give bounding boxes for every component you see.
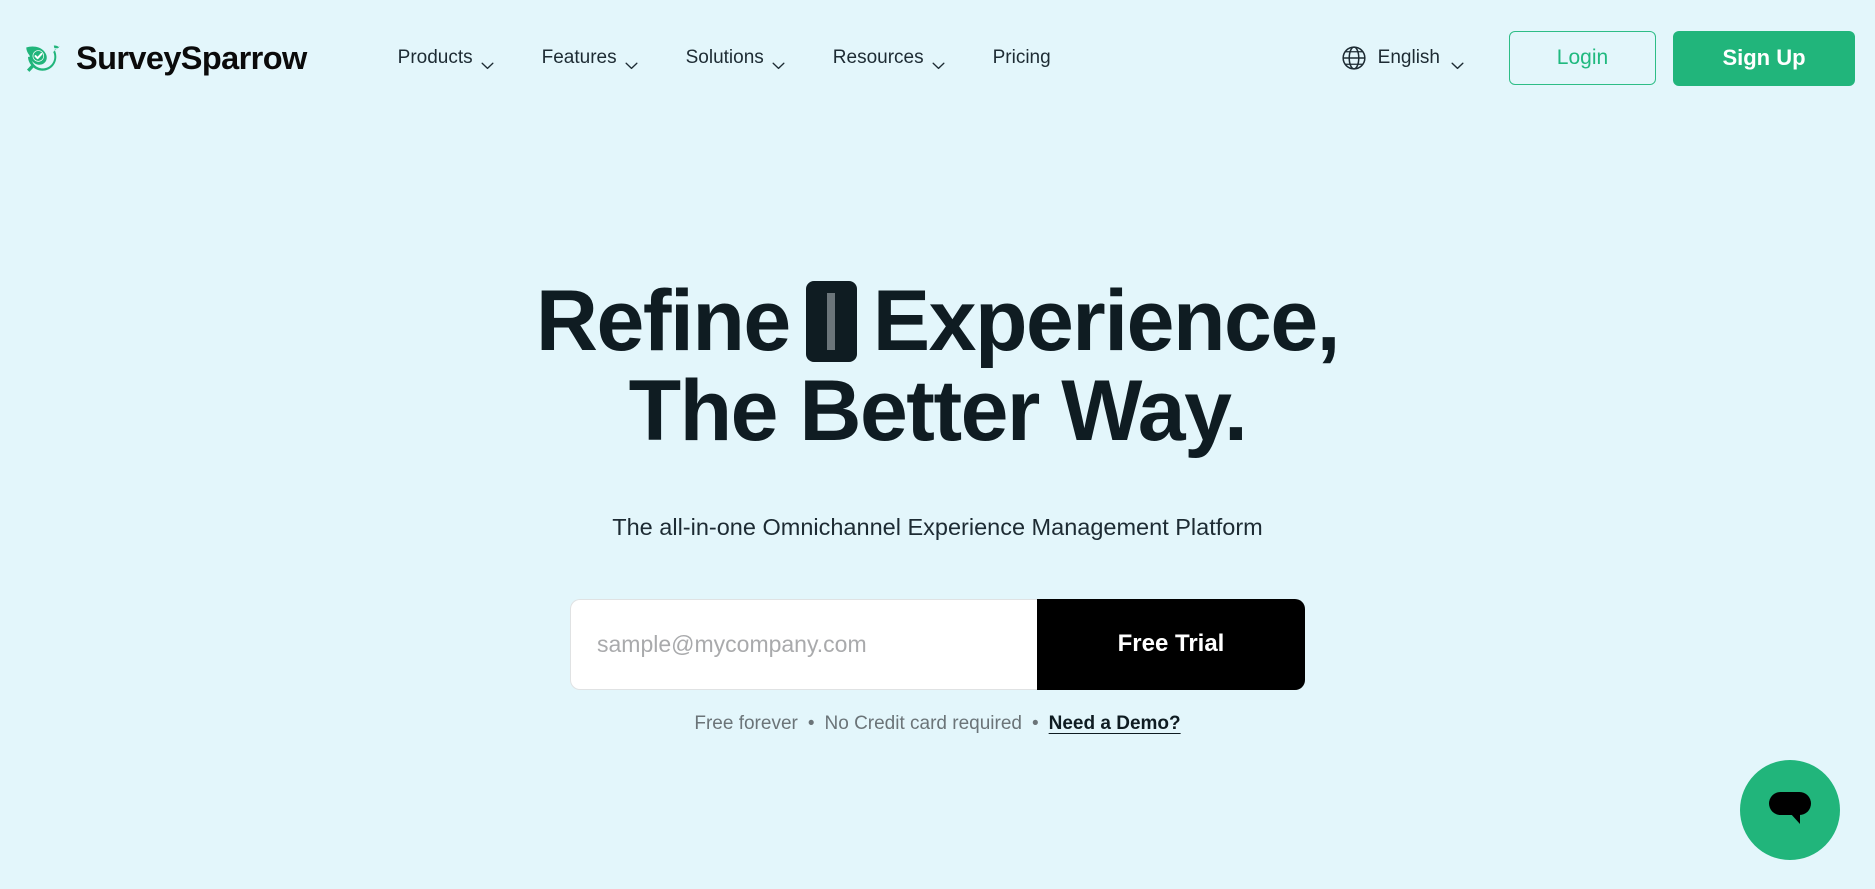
main-navigation: Products Features Solutions Resources Pr [374, 37, 1075, 79]
nav-item-pricing[interactable]: Pricing [969, 37, 1075, 79]
chat-bubble-icon [1767, 790, 1813, 830]
language-label: English [1377, 47, 1440, 68]
chevron-down-icon [1451, 54, 1464, 70]
chevron-down-icon [772, 54, 785, 70]
email-input[interactable] [570, 598, 1037, 690]
headline-line-1: Refine Experience, [0, 273, 1875, 369]
signup-button[interactable]: Sign Up [1673, 30, 1855, 86]
nav-item-features[interactable]: Features [518, 37, 662, 79]
brand-name: SurveySparrow [76, 39, 307, 76]
text-typing-cursor-icon [805, 280, 857, 362]
form-note: Free forever • No Credit card required •… [0, 713, 1875, 735]
globe-icon [1341, 45, 1367, 71]
sparrow-check-logo-icon [22, 36, 67, 81]
note-no-credit-card: No Credit card required [824, 712, 1022, 734]
nav-item-solutions[interactable]: Solutions [662, 37, 809, 79]
headline-word-experience: Experience, [872, 273, 1341, 369]
nav-item-resources[interactable]: Resources [809, 37, 969, 79]
login-button[interactable]: Login [1509, 31, 1656, 85]
nav-item-label: Features [541, 47, 617, 68]
chevron-down-icon [932, 54, 945, 70]
note-free-forever: Free forever [694, 712, 798, 734]
hero-section: Refine Experience, The Better Way. The a… [0, 116, 1875, 735]
site-header: SurveySparrow Products Features Solution… [0, 0, 1875, 116]
nav-item-label: Resources [832, 47, 924, 68]
note-separator-icon: • [1031, 712, 1039, 734]
chevron-down-icon [481, 54, 494, 70]
free-trial-button[interactable]: Free Trial [1037, 598, 1305, 690]
headline-line-2: The Better Way. [628, 363, 1248, 460]
free-trial-form: Free Trial [570, 598, 1305, 690]
nav-item-label: Products [397, 47, 473, 68]
brand-logo-link[interactable]: SurveySparrow [22, 36, 307, 81]
page-title: Refine Experience, The Better Way. [0, 276, 1875, 457]
hero-subtitle: The all-in-one Omnichannel Experience Ma… [612, 513, 1263, 540]
nav-item-label: Solutions [685, 47, 764, 68]
nav-item-label: Pricing [992, 47, 1051, 68]
headline-word-refine: Refine [535, 273, 791, 369]
need-a-demo-link[interactable]: Need a Demo? [1049, 713, 1181, 735]
chat-launcher-button[interactable] [1740, 760, 1840, 860]
header-actions: English Login Sign Up [1327, 30, 1855, 86]
chevron-down-icon [625, 54, 638, 70]
language-switcher[interactable]: English [1327, 37, 1478, 79]
nav-item-products[interactable]: Products [374, 37, 518, 79]
note-separator-icon: • [807, 712, 815, 734]
